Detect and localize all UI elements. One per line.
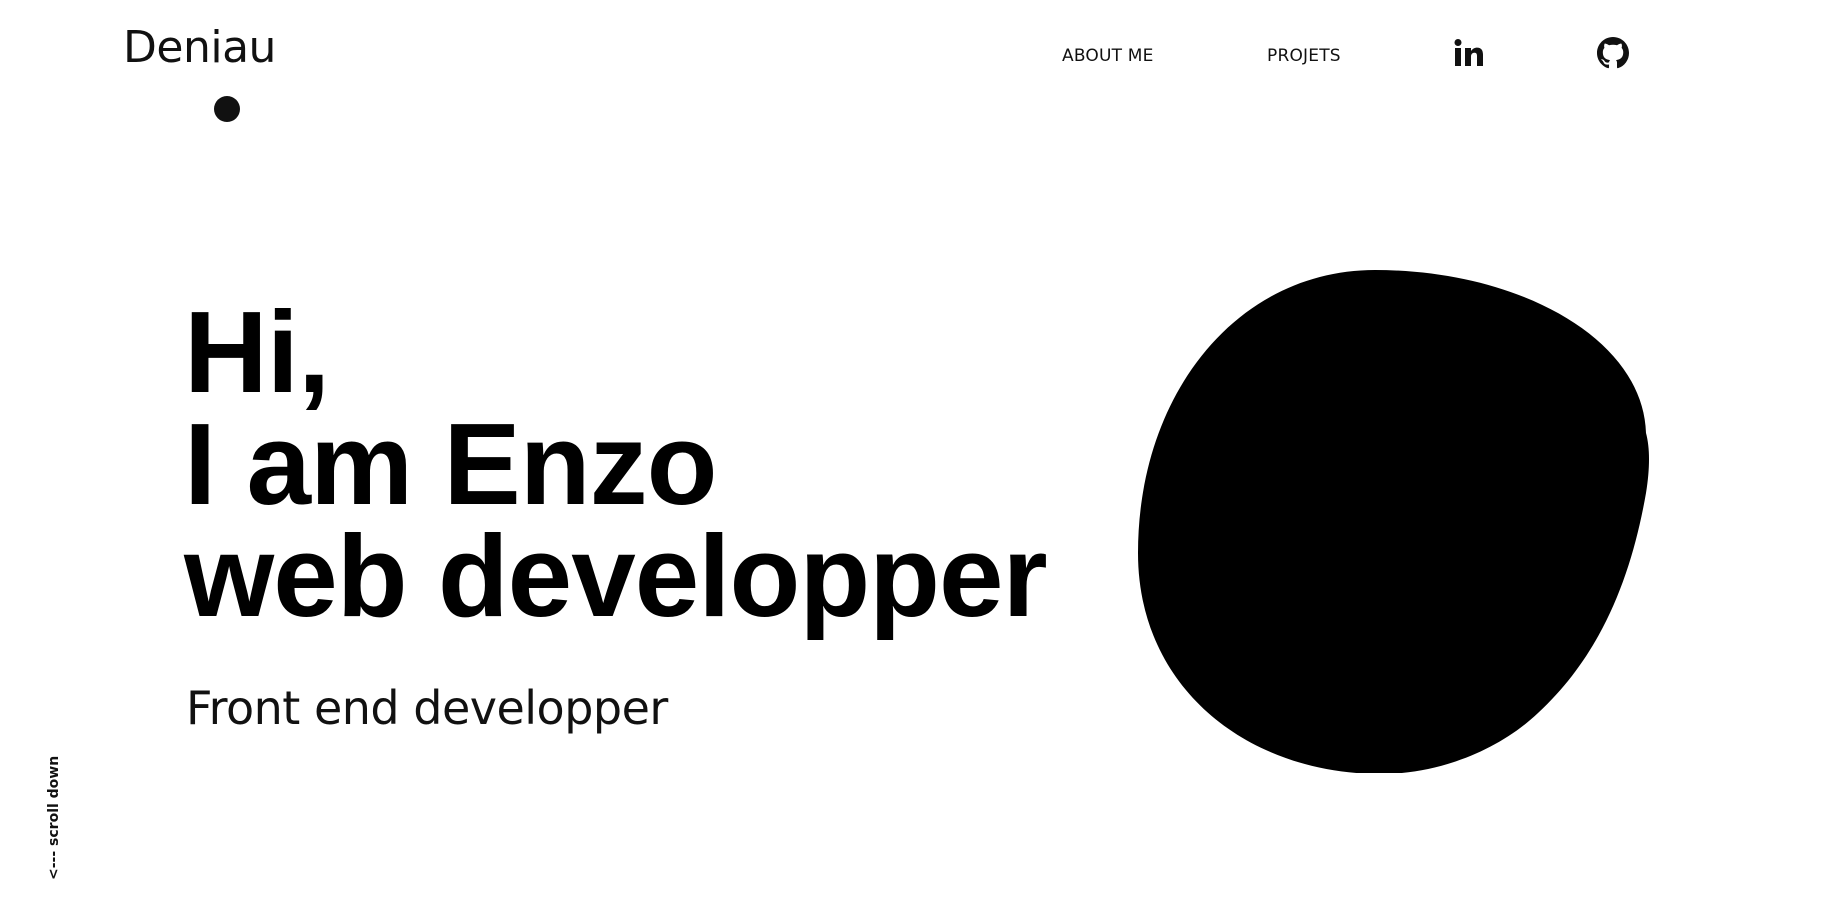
site-logo[interactable]: Deniau [123, 26, 276, 70]
nav-projects-link[interactable]: PROJETS [1267, 48, 1341, 65]
hero-title-line-3: web developper [184, 511, 1048, 641]
hero-blob-shape [1138, 270, 1649, 773]
github-glyph [1597, 37, 1629, 69]
hero-title-line-1: Hi, [184, 287, 330, 417]
hero-title: Hi, I am Enzo web developper [184, 287, 1048, 641]
scroll-down-hint[interactable]: <--- scroll down [45, 756, 63, 880]
github-icon[interactable] [1597, 37, 1629, 69]
blob-path [1138, 270, 1649, 773]
linkedin-icon[interactable] [1454, 38, 1484, 68]
linkedin-glyph [1454, 39, 1483, 66]
logo-dot [214, 96, 240, 122]
nav-about-link[interactable]: ABOUT ME [1062, 48, 1154, 65]
hero-subtitle: Front end developper [186, 681, 668, 735]
hero-title-line-2: I am Enzo [184, 399, 717, 529]
